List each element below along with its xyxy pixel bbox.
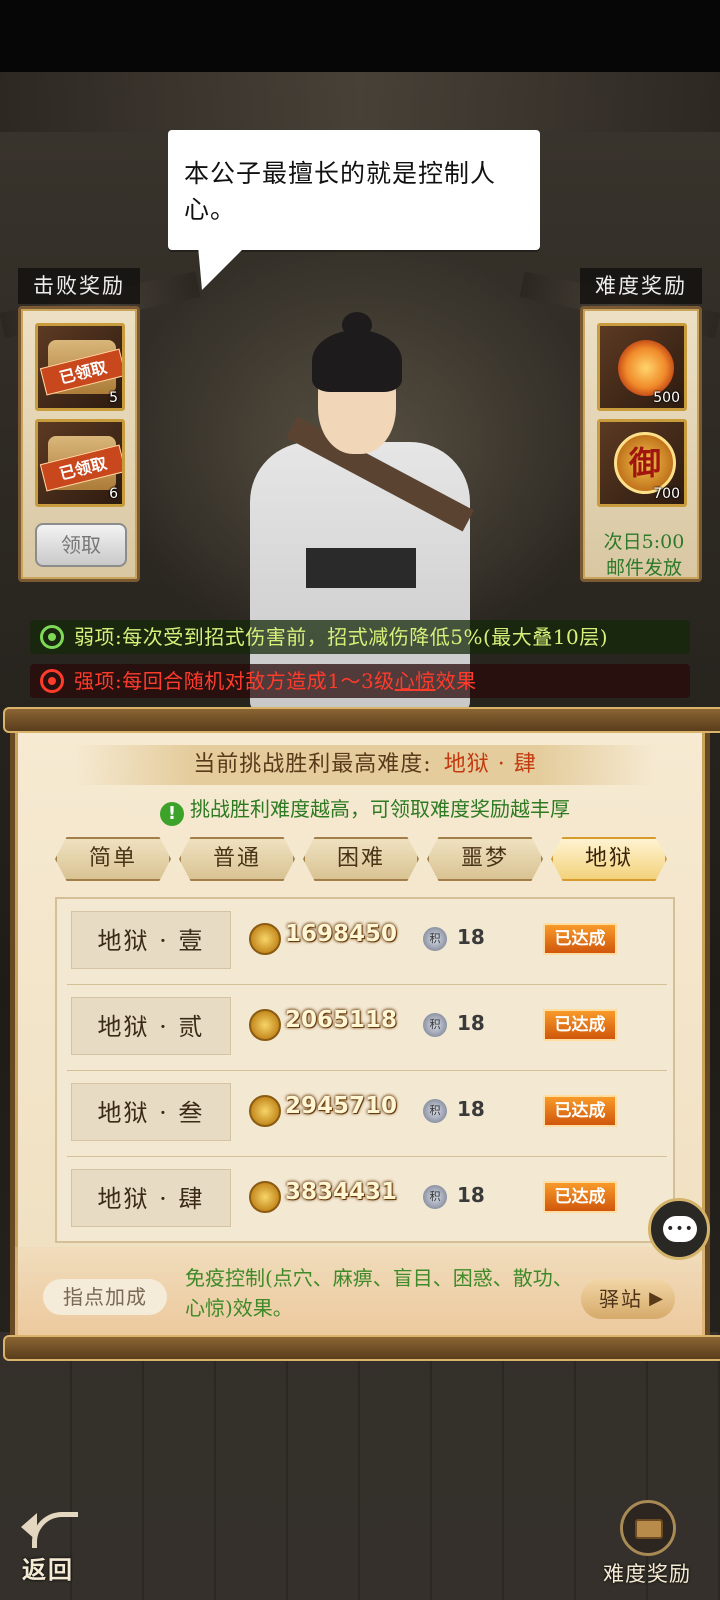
defeat-reward-item-1[interactable]: 已领取 5 [35,323,125,411]
highest-difficulty-label: 当前挑战胜利最高难度: [193,752,432,777]
chest-body [635,1519,663,1539]
station-button[interactable]: 驿站 ▶ [581,1279,675,1319]
highest-difficulty-value: 地狱 · 肆 [443,752,537,777]
lotus-icon [618,340,674,396]
level-points: 18 [457,1183,485,1207]
difficulty-reward-button[interactable]: 难度奖励 [592,1500,702,1594]
back-button[interactable]: 返回 [18,1508,98,1588]
reward-count: 6 [109,486,118,502]
strength-text-suffix: 效果 [435,669,477,693]
level-name: 地狱 · 叁 [71,1083,231,1141]
imperial-coin-icon: 御 [614,432,676,494]
exclamation-icon: ! [160,802,184,826]
achieved-badge: 已达成 [543,1009,617,1041]
defeat-rewards-panel: 已领取 5 已领取 6 领取 [18,306,140,582]
achieved-badge: 已达成 [543,923,617,955]
points-icon: 积 [423,927,447,951]
mail-note-time: 次日5:00 [603,531,685,553]
mail-note-text: 邮件发放 [605,557,682,579]
chat-button[interactable]: ••• [648,1198,710,1260]
guidance-bonus-bar: 指点加成 免疫控制(点穴、麻痹、盲目、困惑、散功、心惊)效果。 驿站 ▶ [15,1247,705,1343]
level-score: 2065118 [285,1007,398,1033]
status-bar [0,0,720,72]
level-name: 地狱 · 肆 [71,1169,231,1227]
difficulty-tabs: 简单 普通 困难 噩梦 地狱 [55,837,675,885]
reward-count: 700 [653,486,680,502]
ellipsis-icon: ••• [666,1221,694,1237]
target-icon [40,625,64,649]
reward-count: 500 [653,390,680,406]
reward-count: 5 [109,390,118,406]
level-name: 地狱 · 壹 [71,911,231,969]
tab-hard[interactable]: 困难 [303,837,419,881]
hint-text: 挑战胜利难度越高，可领取难度奖励越丰厚 [190,797,570,821]
panel-top-rim [3,707,720,733]
chat-bubble-icon: ••• [663,1216,697,1242]
mail-delivery-note: 次日5:00 邮件发放 [583,529,705,581]
points-icon: 积 [423,1185,447,1209]
difficulty-hint: ! 挑战胜利难度越高，可领取难度奖励越丰厚 [15,793,715,826]
dialogue-bubble: 本公子最擅长的就是控制人心。 [168,130,540,250]
difficulty-reward-item-1[interactable]: 500 [597,323,687,411]
points-icon: 积 [423,1099,447,1123]
sword-coin-icon [249,923,281,955]
weakness-text: 弱项:每次受到招式伤害前，招式减伤降低5%(最大叠10层) [74,625,609,649]
strength-text-prefix: 强项:每回合随机对敌方造成1～3级 [74,669,395,693]
level-score: 3834431 [285,1179,398,1205]
difficulty-reward-label: 难度奖励 [603,1562,691,1586]
level-points: 18 [457,925,485,949]
defeat-rewards-title: 击败奖励 [18,268,140,304]
achieved-badge: 已达成 [543,1095,617,1127]
highest-difficulty-banner: 当前挑战胜利最高难度: 地狱 · 肆 [75,745,655,785]
guidance-bonus-label: 指点加成 [43,1279,167,1315]
back-label: 返回 [22,1555,74,1584]
level-name: 地狱 · 贰 [71,997,231,1055]
defeat-reward-item-2[interactable]: 已领取 6 [35,419,125,507]
difficulty-reward-item-2[interactable]: 御 700 [597,419,687,507]
claim-button[interactable]: 领取 [35,523,127,567]
character-hair-bun [342,312,372,338]
level-score: 1698450 [285,921,398,947]
sword-coin-icon [249,1095,281,1127]
ceiling-beam [0,72,720,132]
level-row: 地狱 · 壹 1698450 积 18 已达成 [67,899,667,985]
tab-nightmare[interactable]: 噩梦 [427,837,543,881]
guidance-bonus-text: 免疫控制(点穴、麻痹、盲目、困惑、散功、心惊)效果。 [185,1266,573,1320]
difficulty-rewards-title: 难度奖励 [580,268,702,304]
weakness-bar: 弱项:每次受到招式伤害前，招式减伤降低5%(最大叠10层) [30,620,690,654]
return-arrow-icon [32,1512,78,1548]
sword-coin-icon [249,1009,281,1041]
treasure-chest-icon [620,1500,676,1556]
chevron-right-icon: ▶ [649,1288,665,1309]
xinjing-effect-link[interactable]: 心惊 [395,669,436,693]
target-icon [40,669,64,693]
character-belt [306,548,416,588]
station-label: 驿站 [599,1287,643,1311]
points-icon: 积 [423,1013,447,1037]
level-points: 18 [457,1011,485,1035]
character-hair [312,330,402,392]
level-score: 2945710 [285,1093,398,1119]
level-row: 地狱 · 肆 3834431 积 18 已达成 [67,1157,667,1243]
tab-easy[interactable]: 简单 [55,837,171,881]
difficulty-rewards-panel: 500 御 700 次日5:00 邮件发放 [580,306,702,582]
tab-normal[interactable]: 普通 [179,837,295,881]
strength-bar: 强项:每回合随机对敌方造成1～3级心惊效果 [30,664,690,698]
panel-bottom-rim [3,1335,720,1361]
difficulty-level-list: 地狱 · 壹 1698450 积 18 已达成 地狱 · 贰 2065118 积… [55,897,675,1243]
dialogue-text: 本公子最擅长的就是控制人心。 [184,159,497,224]
level-points: 18 [457,1097,485,1121]
sword-coin-icon [249,1181,281,1213]
difficulty-panel: 当前挑战胜利最高难度: 地狱 · 肆 ! 挑战胜利难度越高，可领取难度奖励越丰厚 简… [3,707,720,1361]
level-row: 地狱 · 贰 2065118 积 18 已达成 [67,985,667,1071]
achieved-badge: 已达成 [543,1181,617,1213]
level-row: 地狱 · 叁 2945710 积 18 已达成 [67,1071,667,1157]
tab-hell[interactable]: 地狱 [551,837,667,881]
